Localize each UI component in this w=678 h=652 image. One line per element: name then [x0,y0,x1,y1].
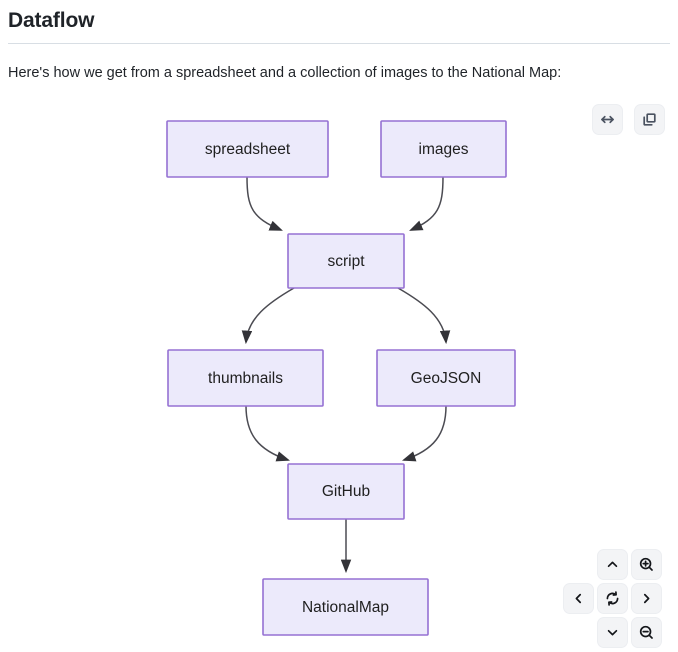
diagram-node-geojson[interactable]: GeoJSON [376,349,516,407]
copy-icon [643,113,656,126]
pan-down-button[interactable] [597,617,628,648]
chevron-right-icon [643,593,650,604]
node-label-geojson: GeoJSON [411,370,482,387]
node-label-spreadsheet: spreadsheet [205,141,291,158]
diagram-node-thumbnails[interactable]: thumbnails [167,349,324,407]
diagram-node-github[interactable]: GitHub [287,463,405,520]
node-label-nationalmap: NationalMap [302,599,389,616]
zoom-in-icon [639,557,653,571]
edge-script-to-thumbnails [241,287,295,345]
node-label-thumbnails: thumbnails [208,370,283,387]
chevron-up-icon [607,561,618,568]
reset-icon [606,591,619,606]
diagram-node-spreadsheet[interactable]: spreadsheet [166,120,329,178]
page-header: Dataflow [0,0,678,45]
edge-thumbnails-to-github [245,405,290,462]
chevron-down-icon [607,629,618,636]
reset-view-button[interactable] [597,583,628,614]
fit-width-button[interactable] [592,104,623,135]
node-label-github: GitHub [322,483,370,500]
page-title: Dataflow [8,9,95,32]
zoom-out-button[interactable] [631,617,662,648]
copy-button[interactable] [634,104,665,135]
edge-spreadsheet-to-script [246,176,283,231]
diagram-node-nationalmap[interactable]: NationalMap [262,578,429,636]
dataflow-diagram[interactable]: spreadsheet images script thumbnails Geo… [0,90,678,652]
diagram-node-images[interactable]: images [380,120,507,178]
diagram-canvas[interactable]: spreadsheet images script thumbnails Geo… [0,90,678,652]
pan-left-button[interactable] [563,583,594,614]
diagram-node-script[interactable]: script [287,233,405,289]
zoom-out-icon [639,625,653,639]
pan-right-button[interactable] [631,583,662,614]
arrows-horizontal-icon [601,115,614,124]
zoom-in-button[interactable] [631,549,662,580]
intro-paragraph: Here's how we get from a spreadsheet and… [8,65,562,82]
edge-images-to-script [409,176,444,231]
pan-up-button[interactable] [597,549,628,580]
node-label-images: images [419,141,469,158]
edge-script-to-geojson [397,287,451,345]
node-label-script: script [327,253,365,270]
edge-geojson-to-github [402,405,447,462]
chevron-left-icon [575,593,582,604]
